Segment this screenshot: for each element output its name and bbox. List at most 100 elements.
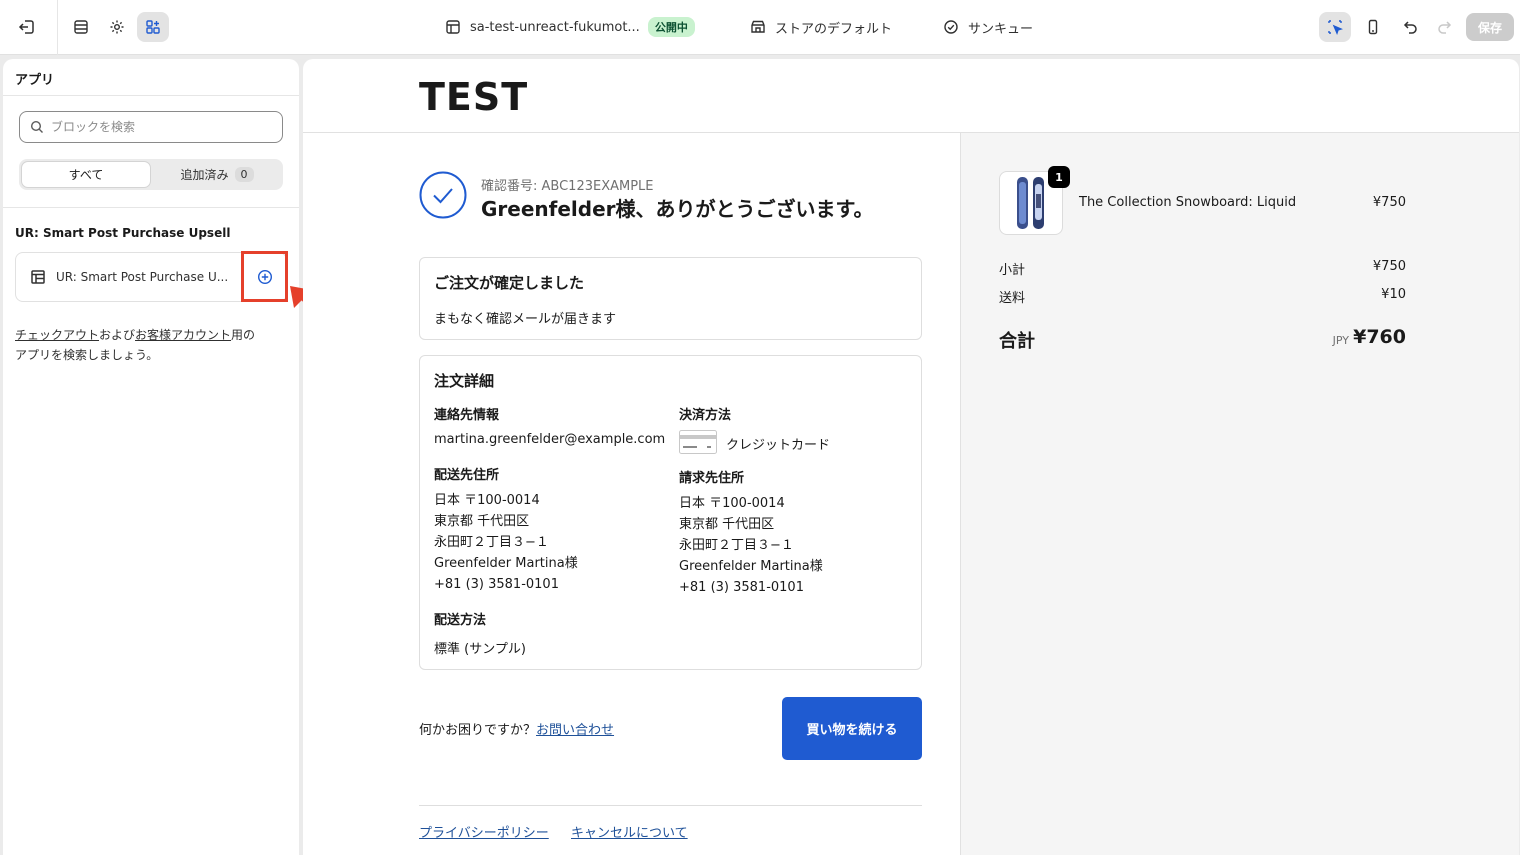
page-selector[interactable]: サンキュー bbox=[943, 16, 1033, 38]
address-line: 東京都 千代田区 bbox=[679, 517, 775, 532]
billing-address-heading: 請求先住所 bbox=[679, 471, 745, 486]
tab-all[interactable]: すべて bbox=[21, 161, 151, 188]
credit-card-icon bbox=[679, 430, 717, 454]
app-block-label: UR: Smart Post Purchase U... bbox=[56, 270, 229, 284]
tab-added-label: 追加済み bbox=[180, 168, 229, 182]
total-value: ¥760 bbox=[1353, 326, 1406, 348]
undo-button[interactable] bbox=[1395, 12, 1427, 42]
subtotal-label: 小計 bbox=[999, 263, 1026, 278]
payment-method: クレジットカード bbox=[726, 438, 831, 453]
order-summary: 1 The Collection Snowboard: Liquid ¥750 … bbox=[960, 133, 1519, 855]
contact-email: martina.greenfelder@example.com bbox=[434, 432, 666, 447]
store-default-label: ストアのデフォルト bbox=[775, 21, 893, 37]
store-preview: TEST 確認番号: ABC123EXAMPLE Greenfelder様、あり… bbox=[303, 59, 1519, 855]
cancellation-link[interactable]: キャンセルについて bbox=[571, 822, 688, 841]
address-line: 永田町２丁目３−１ bbox=[679, 538, 794, 553]
address-line: 永田町２丁目３−１ bbox=[434, 535, 549, 550]
theme-selector[interactable]: sa-test-unreact-fukumot... 公開中 bbox=[445, 16, 695, 38]
help-suffix: 用の bbox=[231, 328, 256, 342]
address-line: Greenfelder Martina様 bbox=[679, 559, 823, 574]
filter-tabs: すべて 追加済み 0 bbox=[19, 159, 283, 190]
template-selector[interactable]: ストアのデフォルト bbox=[750, 16, 892, 38]
undo-icon bbox=[1403, 21, 1417, 34]
privacy-policy-link[interactable]: プライバシーポリシー bbox=[419, 822, 549, 841]
page-name: サンキュー bbox=[968, 21, 1034, 37]
search-input[interactable] bbox=[51, 120, 251, 134]
product-name: The Collection Snowboard: Liquid bbox=[1079, 195, 1297, 210]
cursor-select-icon bbox=[1328, 20, 1343, 35]
quantity-badge: 1 bbox=[1048, 166, 1070, 188]
sidebar-divider bbox=[3, 95, 299, 96]
sidebar-help-text: チェックアウトおよびお客様アカウント用のアプリを検索しましょう。 bbox=[15, 325, 285, 365]
total-label: 合計 bbox=[999, 331, 1035, 352]
apps-button[interactable] bbox=[137, 12, 169, 42]
help-suffix-2: アプリを検索しましょう。 bbox=[15, 348, 159, 362]
sidebar-divider bbox=[3, 207, 299, 208]
help-and: および bbox=[99, 328, 136, 342]
confirmation-number: 確認番号: ABC123EXAMPLE bbox=[481, 179, 654, 194]
app-block-icon bbox=[31, 270, 45, 284]
continue-shopping-button[interactable]: 買い物を続ける bbox=[782, 697, 922, 760]
order-confirmed-text: まもなく確認メールが届きます bbox=[434, 312, 617, 327]
tab-added[interactable]: 追加済み 0 bbox=[153, 161, 281, 188]
contact-link[interactable]: お問い合わせ bbox=[536, 723, 614, 738]
address-line: +81 (3) 3581-0101 bbox=[679, 580, 804, 595]
customer-account-link[interactable]: お客様アカウント bbox=[135, 328, 231, 342]
exit-icon bbox=[18, 20, 34, 34]
shipping-label: 送料 bbox=[999, 291, 1026, 306]
total-currency: JPY bbox=[1332, 334, 1349, 347]
editor-topbar: sa-test-unreact-fukumot... 公開中 ストアのデフォルト… bbox=[0, 0, 1520, 55]
apps-icon bbox=[146, 20, 160, 34]
checkout-link[interactable]: チェックアウト bbox=[15, 328, 99, 342]
subtotal-value: ¥750 bbox=[1372, 259, 1406, 274]
inspector-toggle[interactable] bbox=[1319, 12, 1351, 42]
mobile-icon bbox=[1368, 19, 1378, 35]
shipping-address-heading: 配送先住所 bbox=[434, 468, 500, 483]
order-details-card: 注文詳細 連絡先情報 martina.greenfelder@example.c… bbox=[419, 355, 922, 670]
shipping-method: 標準 (サンプル) bbox=[434, 642, 526, 657]
check-circle-icon bbox=[944, 20, 958, 34]
search-icon bbox=[30, 120, 43, 133]
payment-heading: 決済方法 bbox=[679, 408, 732, 423]
save-button[interactable]: 保存 bbox=[1466, 13, 1514, 41]
thanks-heading: Greenfelder様、ありがとうございます。 bbox=[481, 197, 874, 221]
order-confirmed-title: ご注文が確定しました bbox=[434, 274, 585, 292]
address-line: 東京都 千代田区 bbox=[434, 514, 530, 529]
redo-icon bbox=[1438, 21, 1452, 34]
theme-name: sa-test-unreact-fukumot... bbox=[470, 19, 640, 35]
redo-button[interactable] bbox=[1428, 12, 1460, 42]
store-header: TEST bbox=[303, 59, 1519, 133]
sections-icon bbox=[74, 20, 88, 34]
address-line: 日本 〒100-0014 bbox=[434, 493, 540, 508]
gear-icon bbox=[110, 20, 124, 34]
billing-address: 日本 〒100-0014 東京都 千代田区 永田町２丁目３−１ Greenfel… bbox=[679, 493, 823, 598]
settings-button[interactable] bbox=[101, 12, 133, 42]
live-badge: 公開中 bbox=[647, 17, 695, 37]
product-price: ¥750 bbox=[1372, 195, 1406, 210]
order-details-title: 注文詳細 bbox=[434, 372, 495, 390]
store-icon bbox=[751, 20, 765, 33]
block-search[interactable] bbox=[19, 111, 283, 143]
exit-button[interactable] bbox=[11, 12, 43, 42]
tab-added-count: 0 bbox=[234, 167, 254, 182]
shipping-value: ¥10 bbox=[1381, 287, 1406, 302]
address-line: +81 (3) 3581-0101 bbox=[434, 577, 559, 592]
confirmation-check-icon bbox=[419, 171, 467, 219]
order-confirmed-card: ご注文が確定しました まもなく確認メールが届きます bbox=[419, 257, 922, 340]
plus-circle-icon bbox=[257, 269, 272, 284]
contact-heading: 連絡先情報 bbox=[434, 408, 500, 423]
help-line: 何かお困りですか？お問い合わせ bbox=[419, 719, 614, 738]
topbar-divider bbox=[57, 0, 58, 55]
shipping-method-heading: 配送方法 bbox=[434, 613, 487, 628]
store-logo[interactable]: TEST bbox=[419, 75, 528, 119]
sections-button[interactable] bbox=[65, 12, 97, 42]
footer-divider bbox=[419, 805, 922, 806]
address-line: Greenfelder Martina様 bbox=[434, 556, 578, 571]
address-line: 日本 〒100-0014 bbox=[679, 496, 785, 511]
shipping-address: 日本 〒100-0014 東京都 千代田区 永田町２丁目３−１ Greenfel… bbox=[434, 490, 578, 595]
snowboard-image bbox=[1017, 177, 1044, 229]
mobile-preview-button[interactable] bbox=[1357, 12, 1389, 42]
app-group-heading: UR: Smart Post Purchase Upsell bbox=[15, 226, 231, 240]
theme-icon bbox=[446, 20, 460, 34]
add-block-button[interactable] bbox=[241, 251, 288, 302]
